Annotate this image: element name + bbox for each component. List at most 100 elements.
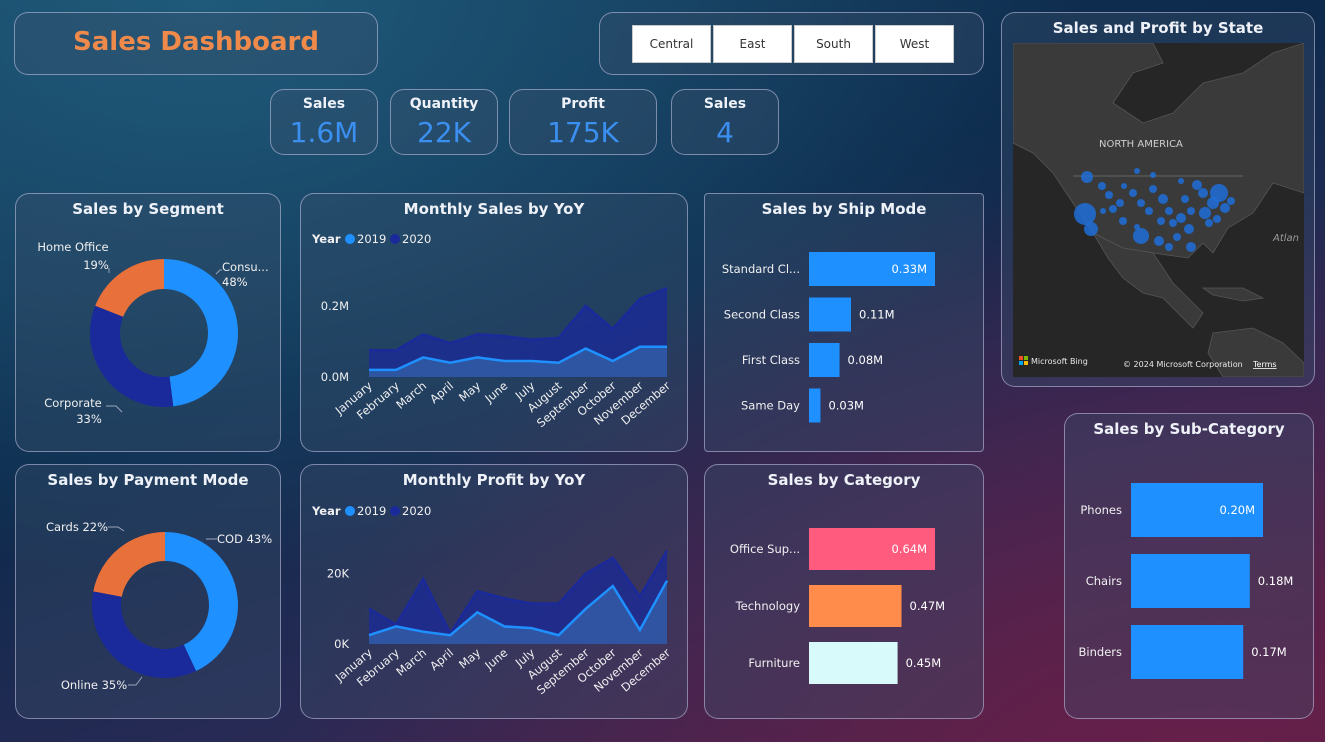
state-bubble — [1227, 197, 1235, 205]
map-copyright: © 2024 Microsoft Corporation — [1123, 360, 1243, 369]
state-bubble — [1098, 182, 1106, 190]
bar-value-label: 0.45M — [906, 656, 942, 670]
donut-slice — [89, 305, 174, 407]
slice-label: Online 35% — [61, 678, 127, 692]
kpi-label: Profit — [561, 96, 605, 112]
kpi-value: 22K — [417, 116, 471, 149]
ship-mode-panel[interactable]: Sales by Ship Mode Standard Cl... 0.33M Se… — [704, 193, 984, 452]
y-tick-label: 0K — [334, 637, 349, 651]
kpi-label: Quantity — [409, 96, 479, 112]
bar — [809, 642, 898, 684]
state-bubble — [1121, 183, 1127, 189]
x-tick-label: March — [393, 646, 429, 679]
donut-slice — [93, 532, 165, 597]
category-label: Technology — [735, 599, 801, 613]
title-panel: Sales Dashboard — [14, 12, 378, 75]
kpi-card-sales: Sales 1.6M — [270, 89, 378, 155]
slice-label: COD 43% — [217, 532, 272, 546]
y-tick-label: 0.0M — [321, 370, 349, 384]
bar-value-label: 0.33M — [891, 262, 927, 276]
state-bubble — [1150, 172, 1156, 178]
state-bubble — [1133, 228, 1149, 244]
legend-item: 2020 — [402, 232, 431, 246]
ocean-label: Atlan — [1272, 233, 1299, 244]
category-label: Binders — [1079, 645, 1122, 659]
kpi-value: 1.6M — [289, 116, 359, 149]
bing-logo-icon — [1024, 356, 1028, 360]
dashboard-title: Sales Dashboard — [73, 27, 319, 57]
slicer-central[interactable]: Central — [632, 25, 711, 63]
slicer-west[interactable]: West — [875, 25, 954, 63]
state-bubble — [1184, 224, 1194, 234]
state-bubble — [1210, 184, 1228, 202]
segment-donut-chart[interactable]: Consu...48% Corporate 33% Home Office 19% — [16, 194, 282, 453]
leader-line — [106, 405, 123, 413]
monthly-sales-panel[interactable]: Monthly Sales by YoY Year 2019 2020 0.0M 0.2… — [300, 193, 688, 452]
y-tick-label: 0.2M — [321, 299, 349, 313]
bar — [1131, 625, 1244, 679]
slicer-east[interactable]: East — [713, 25, 792, 63]
state-bubble — [1173, 233, 1181, 241]
bar-value-label: 0.17M — [1251, 645, 1287, 659]
state-bubble — [1084, 222, 1098, 236]
state-bubble — [1181, 195, 1189, 203]
legend-title: Year — [311, 232, 341, 246]
x-tick-label: March — [393, 379, 429, 412]
state-bubble — [1186, 242, 1196, 252]
map-brand: Microsoft Bing — [1031, 357, 1088, 366]
state-bubble — [1213, 215, 1221, 223]
leader-line — [128, 676, 143, 686]
legend-item: 2020 — [402, 504, 431, 518]
monthly-sales-area-chart[interactable]: Year 2019 20200.0M0.2MJanuaryFebruaryMarch… — [301, 194, 689, 453]
state-bubble — [1074, 203, 1096, 225]
subcategory-panel[interactable]: Sales by Sub-Category Phones 0.20M Chairs 0… — [1064, 413, 1314, 719]
map-terms-link[interactable]: Terms — [1252, 360, 1277, 369]
category-label: First Class — [742, 353, 800, 367]
monthly-profit-panel[interactable]: Monthly Profit by YoY Year 2019 2020 0K 20K J… — [300, 464, 688, 719]
state-bubble — [1198, 188, 1208, 198]
monthly-profit-area-chart[interactable]: Year 2019 20200K20KJanuaryFebruaryMarchApr… — [301, 465, 689, 720]
map-panel[interactable]: Sales and Profit by State NORTH AMERICA … — [1001, 12, 1315, 387]
segment-panel[interactable]: Sales by Segment Consu... 48% Corporate 33%… — [15, 193, 281, 452]
kpi-label: Sales — [703, 96, 747, 112]
region-label: NORTH AMERICA — [1099, 139, 1183, 150]
kpi-label: Sales — [302, 96, 346, 112]
kpi-card-profit: Profit 175K — [509, 89, 657, 155]
bar — [1131, 554, 1250, 608]
state-bubble — [1116, 199, 1124, 207]
state-bubble — [1134, 168, 1140, 174]
slice-value-label: 33% — [76, 412, 102, 426]
slice-value-label: 19% — [83, 258, 109, 272]
category-label: Standard Cl... — [722, 262, 800, 276]
legend-title: Year — [311, 504, 341, 518]
slice-label: Consu... — [222, 260, 269, 274]
subcategory-bar-chart[interactable]: Phones 0.20M Chairs 0.18M Binders 0.17M — [1065, 414, 1315, 720]
legend-marker — [345, 234, 355, 244]
x-tick-label: April — [427, 646, 456, 674]
bar — [809, 388, 821, 423]
payment-panel[interactable]: Sales by Payment Mode COD 43% Online 35% C… — [15, 464, 281, 719]
category-panel[interactable]: Sales by Category Office Sup... 0.64M Tech… — [704, 464, 984, 719]
legend-item: 2019 — [357, 232, 386, 246]
state-bubble — [1157, 217, 1165, 225]
bing-logo-icon — [1019, 361, 1023, 365]
state-bubble — [1192, 180, 1202, 190]
bing-logo-icon — [1019, 356, 1023, 360]
ship-mode-bar-chart[interactable]: Standard Cl... 0.33M Second Class 0.11M Firs… — [705, 194, 985, 453]
category-label: Phones — [1080, 503, 1122, 517]
category-label: Second Class — [724, 308, 800, 322]
state-bubble — [1158, 194, 1168, 204]
map-canvas[interactable]: NORTH AMERICA Atlan Microsoft Bing © 202… — [1013, 43, 1304, 377]
state-bubble — [1105, 191, 1113, 199]
state-bubble — [1169, 219, 1177, 227]
kpi-card-sales-count: Sales 4 — [671, 89, 779, 155]
slicer-south[interactable]: South — [794, 25, 873, 63]
category-bar-chart[interactable]: Office Sup... 0.64M Technology 0.47M Furnitu… — [705, 465, 985, 720]
payment-donut-chart[interactable]: COD 43% Online 35% Cards 22% — [16, 465, 282, 720]
state-map[interactable]: NORTH AMERICA Atlan Microsoft Bing © 202… — [1013, 43, 1304, 377]
bar-value-label: 0.11M — [859, 308, 895, 322]
state-bubble — [1100, 208, 1106, 214]
legend-marker — [390, 506, 400, 516]
slice-value-label: 48% — [222, 275, 248, 289]
legend-marker — [345, 506, 355, 516]
